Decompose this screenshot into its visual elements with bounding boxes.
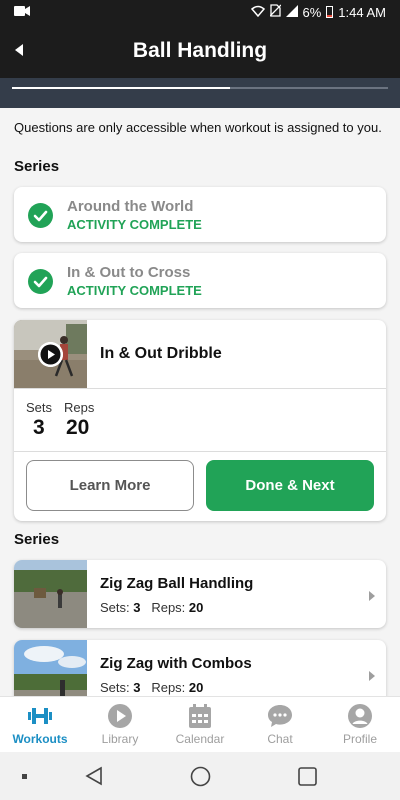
- chevron-right-icon: [368, 669, 376, 681]
- nav-recents-icon[interactable]: [298, 767, 317, 791]
- reps-label: Reps:: [151, 680, 186, 695]
- divider: [14, 451, 386, 452]
- page-title: Ball Handling: [132, 39, 268, 62]
- series-item-title: Zig Zag with Combos: [100, 655, 252, 672]
- clock: 1:44 AM: [338, 4, 386, 20]
- tab-workouts[interactable]: Workouts: [0, 697, 80, 753]
- play-icon[interactable]: [38, 342, 63, 367]
- sets-label: Sets:: [100, 680, 130, 695]
- tab-chat[interactable]: Chat: [240, 697, 320, 753]
- app-header: Ball Handling: [0, 24, 400, 78]
- series-item-meta: Sets: 3 Reps: 20: [100, 680, 203, 695]
- chevron-right-icon: [368, 589, 376, 601]
- battery-icon: [326, 6, 334, 18]
- sets-value: 3: [133, 680, 141, 695]
- section-heading-series: Series: [14, 531, 60, 548]
- tab-label: Profile: [342, 732, 377, 746]
- signal-icon: [285, 4, 298, 20]
- reps-value: 20: [66, 416, 90, 439]
- exercise-thumbnail: [14, 560, 87, 628]
- activity-title: In & Out Dribble: [100, 345, 222, 362]
- tab-label: Library: [101, 732, 139, 746]
- progress-track: [12, 87, 388, 89]
- exercise-thumbnail: [14, 640, 87, 696]
- nav-back-icon[interactable]: [84, 766, 104, 791]
- video-recording-icon: [14, 5, 30, 20]
- video-thumbnail[interactable]: [14, 320, 87, 388]
- workout-progress: [0, 78, 400, 108]
- activity-title: In & Out to Cross: [67, 264, 191, 281]
- system-nav-bar: [0, 752, 400, 800]
- play-circle-icon: [106, 702, 134, 730]
- status-bar: 6% 1:44 AM: [0, 0, 400, 24]
- no-sim-icon: [269, 4, 281, 20]
- tab-library[interactable]: Library: [80, 697, 160, 753]
- dumbbell-icon: [26, 702, 54, 730]
- section-heading-series: Series: [14, 158, 60, 175]
- workout-content[interactable]: Questions are only accessible when worko…: [0, 108, 400, 696]
- profile-icon: [346, 702, 374, 730]
- completed-activity-card[interactable]: In & Out to Cross ACTIVITY COMPLETE: [14, 253, 386, 308]
- bottom-tab-bar: Workouts Library Calendar Chat Profile: [0, 696, 400, 752]
- series-list-item[interactable]: Zig Zag Ball Handling Sets: 3 Reps: 20: [14, 560, 386, 628]
- chat-bubble-icon: [266, 702, 294, 730]
- series-list-item[interactable]: Zig Zag with Combos Sets: 3 Reps: 20: [14, 640, 386, 696]
- check-circle-icon: [28, 269, 53, 294]
- activity-status: ACTIVITY COMPLETE: [67, 283, 202, 298]
- reps-label: Reps:: [151, 600, 186, 615]
- battery-percent: 6%: [302, 4, 322, 20]
- nav-dot-icon: [22, 774, 27, 779]
- activity-status: ACTIVITY COMPLETE: [67, 217, 202, 232]
- sets-label: Sets:: [100, 600, 130, 615]
- tab-profile[interactable]: Profile: [320, 697, 400, 753]
- reps-value: 20: [188, 680, 204, 695]
- active-activity-card: In & Out Dribble Sets Reps 3 20 Learn Mo…: [14, 320, 386, 521]
- nav-home-icon[interactable]: [190, 766, 211, 792]
- tab-calendar[interactable]: Calendar: [160, 697, 240, 753]
- tab-label: Calendar: [175, 732, 225, 746]
- reps-label: Reps: [64, 400, 95, 415]
- reps-value: 20: [188, 600, 204, 615]
- sets-value: 3: [33, 416, 45, 439]
- sets-label: Sets: [26, 400, 53, 415]
- series-item-meta: Sets: 3 Reps: 20: [100, 600, 203, 615]
- divider: [14, 388, 386, 389]
- tab-label: Workouts: [12, 732, 68, 746]
- sets-value: 3: [133, 600, 141, 615]
- wifi-icon: [250, 5, 265, 20]
- learn-more-button[interactable]: Learn More: [26, 460, 194, 511]
- series-item-title: Zig Zag Ball Handling: [100, 575, 254, 592]
- access-notice: Questions are only accessible when worko…: [14, 120, 382, 135]
- calendar-icon: [186, 702, 214, 730]
- check-circle-icon: [28, 203, 53, 228]
- activity-title: Around the World: [67, 198, 194, 215]
- completed-activity-card[interactable]: Around the World ACTIVITY COMPLETE: [14, 187, 386, 242]
- tab-label: Chat: [267, 732, 293, 746]
- progress-fill: [12, 87, 231, 89]
- done-next-button[interactable]: Done & Next: [206, 460, 374, 511]
